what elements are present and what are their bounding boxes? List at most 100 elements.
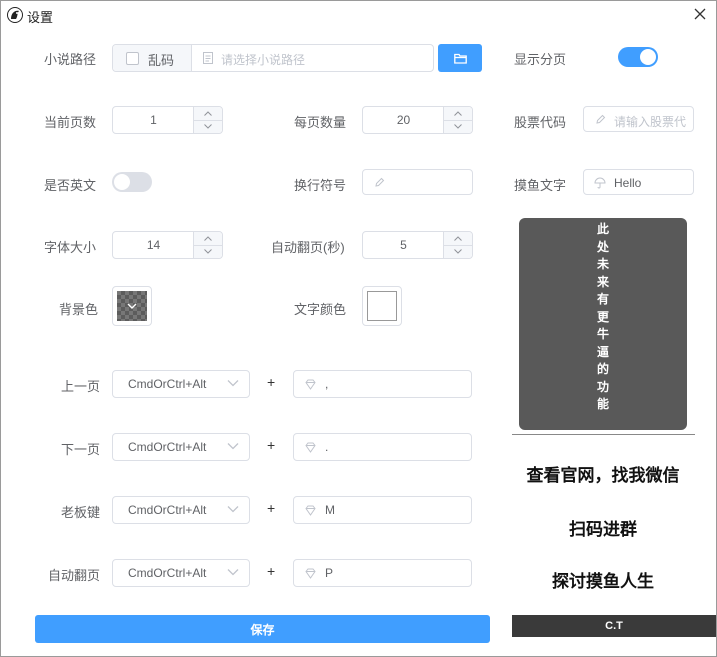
per-page-stepper[interactable]: 20 — [362, 106, 473, 134]
stock-code-placeholder: 请输入股票代 — [614, 115, 687, 129]
folder-icon — [453, 53, 467, 64]
key-value: . — [325, 440, 329, 454]
fish-text-input[interactable]: Hello — [583, 169, 694, 195]
shortcut-label: 自动翻页 — [47, 568, 100, 583]
key-input[interactable]: . — [293, 433, 472, 461]
bg-color-picker[interactable] — [112, 286, 152, 326]
key-value: M — [325, 503, 335, 517]
current-page-value[interactable]: 1 — [113, 107, 194, 133]
toggle-knob — [640, 49, 656, 65]
novel-path-input[interactable]: 请选择小说路径 — [221, 51, 305, 68]
shortcut-label: 下一页 — [60, 442, 100, 457]
plus-sign: + — [267, 437, 276, 453]
bottom-bar: C.T — [512, 615, 716, 637]
key-value: , — [325, 377, 329, 391]
per-page-value[interactable]: 20 — [363, 107, 444, 133]
modifier-value: CmdOrCtrl+Alt — [128, 440, 207, 454]
gem-icon — [305, 505, 316, 516]
chevron-down-icon — [454, 249, 462, 254]
close-button[interactable] — [690, 4, 710, 24]
shortcut-label: 老板键 — [60, 505, 100, 520]
chevron-down-icon — [204, 249, 212, 254]
text-color-label: 文字颜色 — [294, 302, 347, 317]
key-input[interactable]: P — [293, 559, 472, 587]
decrease-button[interactable] — [444, 120, 472, 133]
chevron-down-icon — [227, 380, 239, 387]
chevron-up-icon — [454, 236, 462, 241]
future-feature-char: 的 — [596, 362, 609, 376]
future-feature-char: 处 — [596, 239, 609, 254]
bottom-bar-text: C.T — [605, 620, 623, 632]
stock-code-input[interactable]: 请输入股票代 — [583, 106, 694, 132]
chevron-up-icon — [204, 111, 212, 116]
decrease-button[interactable] — [194, 245, 222, 258]
bg-color-swatch — [117, 291, 147, 321]
future-feature-char: 能 — [596, 397, 609, 411]
gem-icon — [305, 568, 316, 579]
show-paging-toggle[interactable] — [618, 47, 658, 67]
chevron-down-icon — [127, 303, 137, 309]
future-feature-char: 牛 — [596, 327, 609, 341]
save-button[interactable]: 保存 — [35, 615, 490, 643]
line-break-input[interactable] — [362, 169, 473, 195]
gem-icon — [305, 379, 316, 390]
auto-flip-stepper[interactable]: 5 — [362, 231, 473, 259]
modifier-select[interactable]: CmdOrCtrl+Alt — [112, 496, 250, 524]
current-page-stepper[interactable]: 1 — [112, 106, 223, 134]
novel-path-group: 乱码 请选择小说路径 — [112, 44, 434, 72]
stepper-controls — [443, 107, 472, 133]
plus-sign: + — [267, 500, 276, 516]
modifier-select[interactable]: CmdOrCtrl+Alt — [112, 433, 250, 461]
increase-button[interactable] — [194, 107, 222, 121]
increase-button[interactable] — [444, 232, 472, 246]
chevron-down-icon — [227, 506, 239, 513]
future-feature-box: 此处未来有更牛逼的功能 — [519, 218, 687, 430]
decrease-button[interactable] — [444, 245, 472, 258]
gem-icon — [305, 442, 316, 453]
key-input[interactable]: M — [293, 496, 472, 524]
garble-checkbox[interactable] — [126, 52, 139, 65]
auto-flip-value[interactable]: 5 — [363, 232, 444, 258]
font-size-value[interactable]: 14 — [113, 232, 194, 258]
decrease-button[interactable] — [194, 120, 222, 133]
increase-button[interactable] — [194, 232, 222, 246]
settings-window: 设置 小说路径 乱码 请选择小说路径 显示分页 当前页数 1 每页数量 20 股… — [0, 0, 717, 657]
fish-text-label: 摸鱼文字 — [514, 178, 567, 193]
chevron-down-icon — [204, 124, 212, 129]
promo-scan-qr: 扫码进群 — [569, 520, 637, 539]
increase-button[interactable] — [444, 107, 472, 121]
future-feature-char: 更 — [596, 309, 609, 324]
auto-flip-label: 自动翻页(秒) — [271, 240, 345, 255]
chevron-up-icon — [204, 236, 212, 241]
fish-text-value: Hello — [614, 176, 642, 190]
current-page-label: 当前页数 — [44, 115, 97, 130]
chevron-down-icon — [454, 124, 462, 129]
modifier-select[interactable]: CmdOrCtrl+Alt — [112, 370, 250, 398]
text-color-picker[interactable] — [362, 286, 402, 326]
show-paging-label: 显示分页 — [514, 52, 567, 67]
stepper-controls — [193, 232, 222, 258]
pencil-icon — [596, 114, 606, 124]
shortcut-label: 上一页 — [60, 379, 100, 394]
modifier-value: CmdOrCtrl+Alt — [128, 566, 207, 580]
stepper-controls — [193, 107, 222, 133]
per-page-label: 每页数量 — [294, 115, 347, 130]
plus-sign: + — [267, 374, 276, 390]
is-english-toggle[interactable] — [112, 172, 152, 192]
future-feature-char: 逼 — [596, 344, 609, 359]
text-color-swatch — [367, 291, 397, 321]
modifier-value: CmdOrCtrl+Alt — [128, 377, 207, 391]
font-size-stepper[interactable]: 14 — [112, 231, 223, 259]
key-input[interactable]: , — [293, 370, 472, 398]
future-feature-char: 功 — [596, 379, 609, 394]
chevron-down-icon — [227, 443, 239, 450]
divider — [512, 434, 695, 435]
app-logo-icon — [7, 7, 23, 23]
stepper-controls — [443, 232, 472, 258]
document-icon — [203, 52, 213, 64]
choose-folder-button[interactable] — [438, 44, 482, 72]
is-english-label: 是否英文 — [44, 178, 97, 193]
line-break-label: 换行符号 — [294, 178, 347, 193]
modifier-select[interactable]: CmdOrCtrl+Alt — [112, 559, 250, 587]
garble-checkbox-area[interactable]: 乱码 — [113, 45, 192, 71]
